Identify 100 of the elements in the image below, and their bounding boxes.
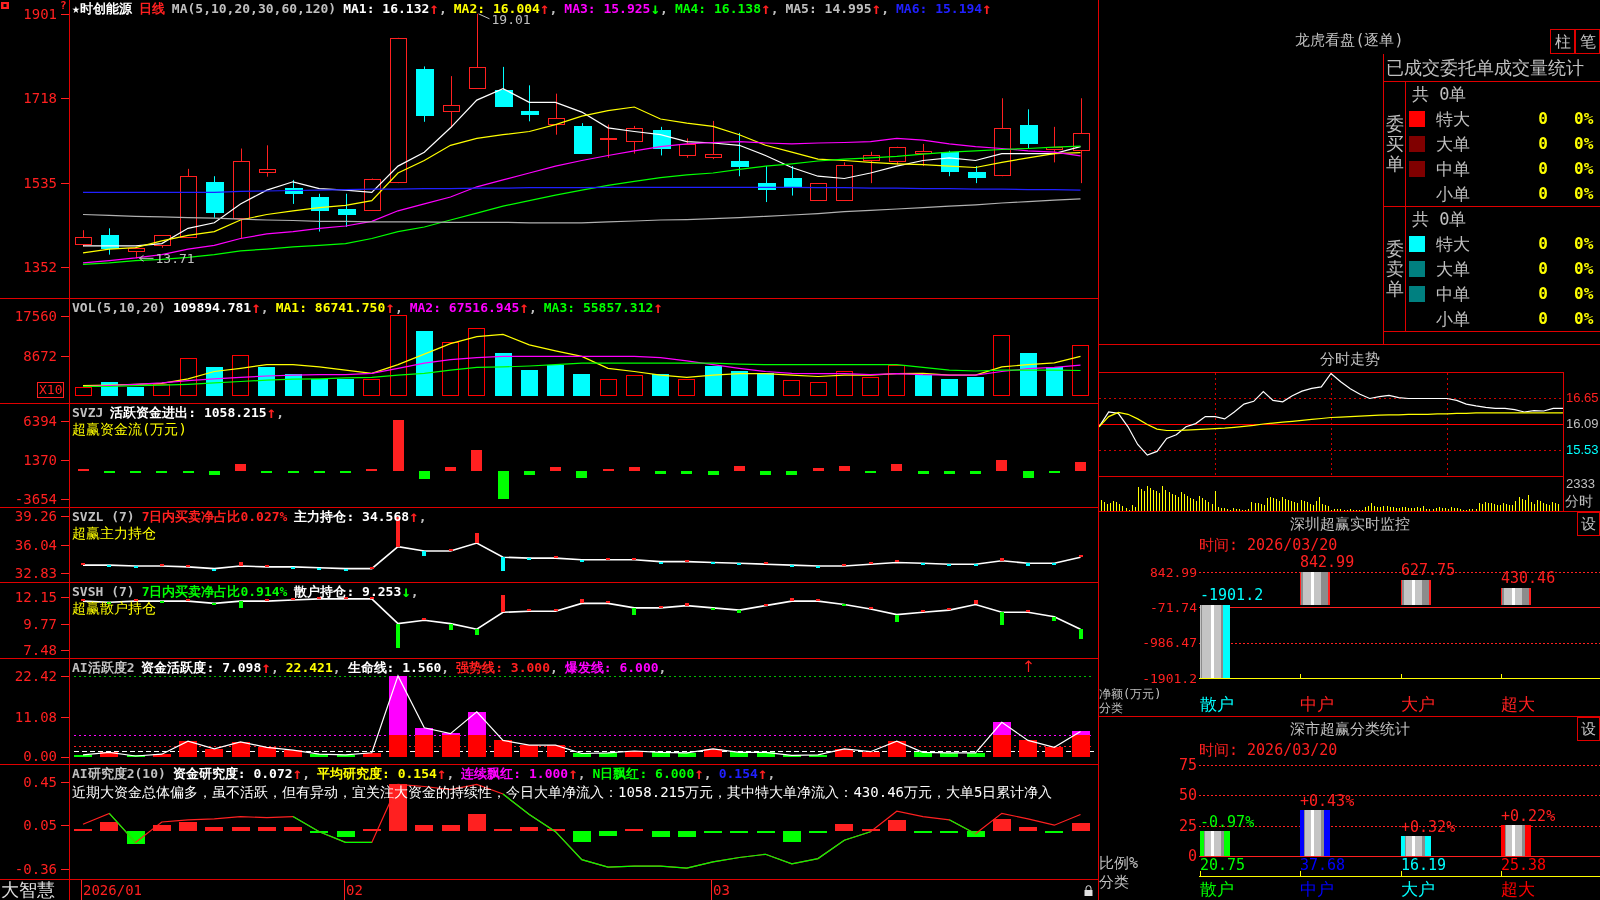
order-size-label: 特大 <box>1436 109 1471 130</box>
axis-tick-label: 12.15 <box>14 590 57 605</box>
indicator-label: MA(5,10,20,30,60,120) <box>171 0 337 17</box>
indicator-subtitle: 超赢散户持仓 <box>72 600 156 616</box>
axis-tick-label: -986.47 <box>1142 635 1197 651</box>
axis-tick-label: 17560 <box>14 308 57 323</box>
indicator-label: SVZL (7) <box>72 508 135 525</box>
axis-tick-label: 75 <box>1178 756 1197 774</box>
indicator-label: 7日内买卖净占比0.914% <box>141 583 288 600</box>
axis-tick-label: 1901 <box>23 6 57 21</box>
bar-value-label: 842.99 <box>1300 553 1355 571</box>
axis-tick-label: 9.77 <box>23 616 57 631</box>
axis-tick-label: -3654 <box>14 492 57 506</box>
category-label: 大户 <box>1401 879 1435 899</box>
order-total: 共 0单 <box>1412 209 1467 230</box>
category-label: 超大 <box>1501 879 1535 899</box>
order-size-label: 特大 <box>1436 234 1471 255</box>
indicator-label: SVZJ <box>72 404 104 421</box>
axis-tick-label: 8672 <box>23 349 57 364</box>
separator-comma: , <box>658 659 667 676</box>
trend-arrow: ↑ <box>761 0 771 17</box>
change-percent-label: -0.97% <box>1200 812 1255 831</box>
brand-name: 大智慧 <box>1 880 55 900</box>
indicator-subtitle: 超赢主力持仓 <box>72 525 156 541</box>
trend-arrow: ↑ <box>429 0 439 17</box>
axis-title: 净额(万元) <box>1099 687 1162 701</box>
trend-arrow: ↑ <box>757 765 768 782</box>
axis-tick-label: -0.36 <box>14 862 57 877</box>
indicator-label: 0.154 <box>718 765 758 782</box>
separator-comma: , <box>446 765 455 782</box>
help-mark: ? <box>60 0 67 11</box>
trend-arrow: ↑ <box>292 765 303 782</box>
trend-arrow: ↑ <box>266 404 277 421</box>
panel-title: 深市超赢分类统计 <box>1289 720 1410 738</box>
trend-arrow: ↑ <box>871 0 882 17</box>
indicator-label: MA3: 15.925 <box>564 0 651 17</box>
axis-tick-label: 32.83 <box>14 565 57 580</box>
indicator-label: 散户持仓: 9.253 <box>294 583 402 600</box>
order-percent: 0% <box>1574 158 1594 179</box>
panel-title: 深圳超赢实时监控 <box>1289 515 1410 533</box>
separator-comma: , <box>528 299 537 316</box>
timestamp: 时间: 2026/03/20 <box>1199 536 1338 554</box>
indicator-subtitle: 超赢资金流(万元) <box>72 421 187 437</box>
indicator-label: MA2: 16.004 <box>453 0 540 16</box>
order-percent: 0% <box>1574 308 1594 329</box>
indicator-label: 资金研究度: 0.072 <box>172 765 293 782</box>
indicator-label: MA5: 14.995 <box>785 0 872 17</box>
bar-value-label: 16.19 <box>1401 856 1447 874</box>
indicator-label: MA6: 15.194 <box>896 0 983 17</box>
indicator-label: 爆发线: 6.000 <box>564 659 659 676</box>
category-label: 散户 <box>1200 879 1234 899</box>
axis-tick-label: 50 <box>1178 786 1197 805</box>
order-percent: 0% <box>1574 134 1594 154</box>
indicator-label: N日飘红: 6.000 <box>592 765 695 782</box>
indicator-label: MA3: 55857.312 <box>543 299 654 316</box>
trend-arrow: ↑ <box>409 508 419 525</box>
indicator-label: 7日内买卖净占比0.027% <box>141 508 288 525</box>
trend-arrow: ↓ <box>650 0 661 17</box>
bar-value-label: 20.75 <box>1200 856 1246 874</box>
unit-badge: X10 <box>37 382 65 398</box>
axis-tick-label: 1352 <box>23 260 57 275</box>
axis-tick-label: 16.09 <box>1566 417 1599 432</box>
separator-comma: , <box>577 765 586 782</box>
separator-comma: , <box>549 659 558 676</box>
order-count: 0 <box>1537 158 1548 179</box>
trend-arrow: ↑ <box>653 299 663 316</box>
indicator-label: 活跃资金进出: 1058.215 <box>110 404 267 421</box>
axis-tick-label: 15.53 <box>1566 443 1599 457</box>
trend-arrow: ↑ <box>519 299 529 316</box>
order-count: 0 <box>1537 183 1548 204</box>
order-percent: 0% <box>1574 234 1594 255</box>
indicator-label: MA2: 67516.945 <box>409 299 520 316</box>
separator-comma: , <box>260 299 269 316</box>
order-size-label: 小单 <box>1436 308 1471 329</box>
category-label: 散户 <box>1200 694 1234 714</box>
axis-tick-label: 1535 <box>23 175 57 190</box>
indicator-label: MA1: 86741.750 <box>275 299 386 316</box>
change-percent-label: +0.22% <box>1501 807 1556 826</box>
date-axis-label: 2026/01 <box>81 880 142 900</box>
indicator-label: 日线 <box>138 0 165 17</box>
axis-tick-label: 842.99 <box>1150 564 1197 580</box>
group-label: 委卖单 <box>1385 239 1404 299</box>
indicator-label: SVSH (7) <box>72 583 135 600</box>
axis-tick-label: 16.65 <box>1566 391 1599 406</box>
bar-value-label: 25.38 <box>1501 856 1547 874</box>
axis-tick-label: 6394 <box>23 413 57 428</box>
indicator-label: 强势线: 3.000 <box>456 659 550 676</box>
axis-tick-label: 0.05 <box>23 818 57 833</box>
change-percent-label: +0.43% <box>1300 792 1355 811</box>
bar-value-label: 37.68 <box>1300 856 1346 874</box>
bar-value-label: 430.46 <box>1501 568 1556 587</box>
group-label: 委买单 <box>1385 114 1404 174</box>
trend-arrow: ↑ <box>261 659 271 676</box>
trend-arrow: ↑ <box>539 0 550 17</box>
order-size-label: 中单 <box>1436 158 1471 179</box>
axis-tick-label: 7.48 <box>23 642 57 657</box>
axis-title: 比例% <box>1099 854 1139 872</box>
axis-title: 分类 <box>1099 873 1129 891</box>
axis-caption: 分时 <box>1565 493 1593 509</box>
trend-arrow: ↑ <box>982 0 992 17</box>
